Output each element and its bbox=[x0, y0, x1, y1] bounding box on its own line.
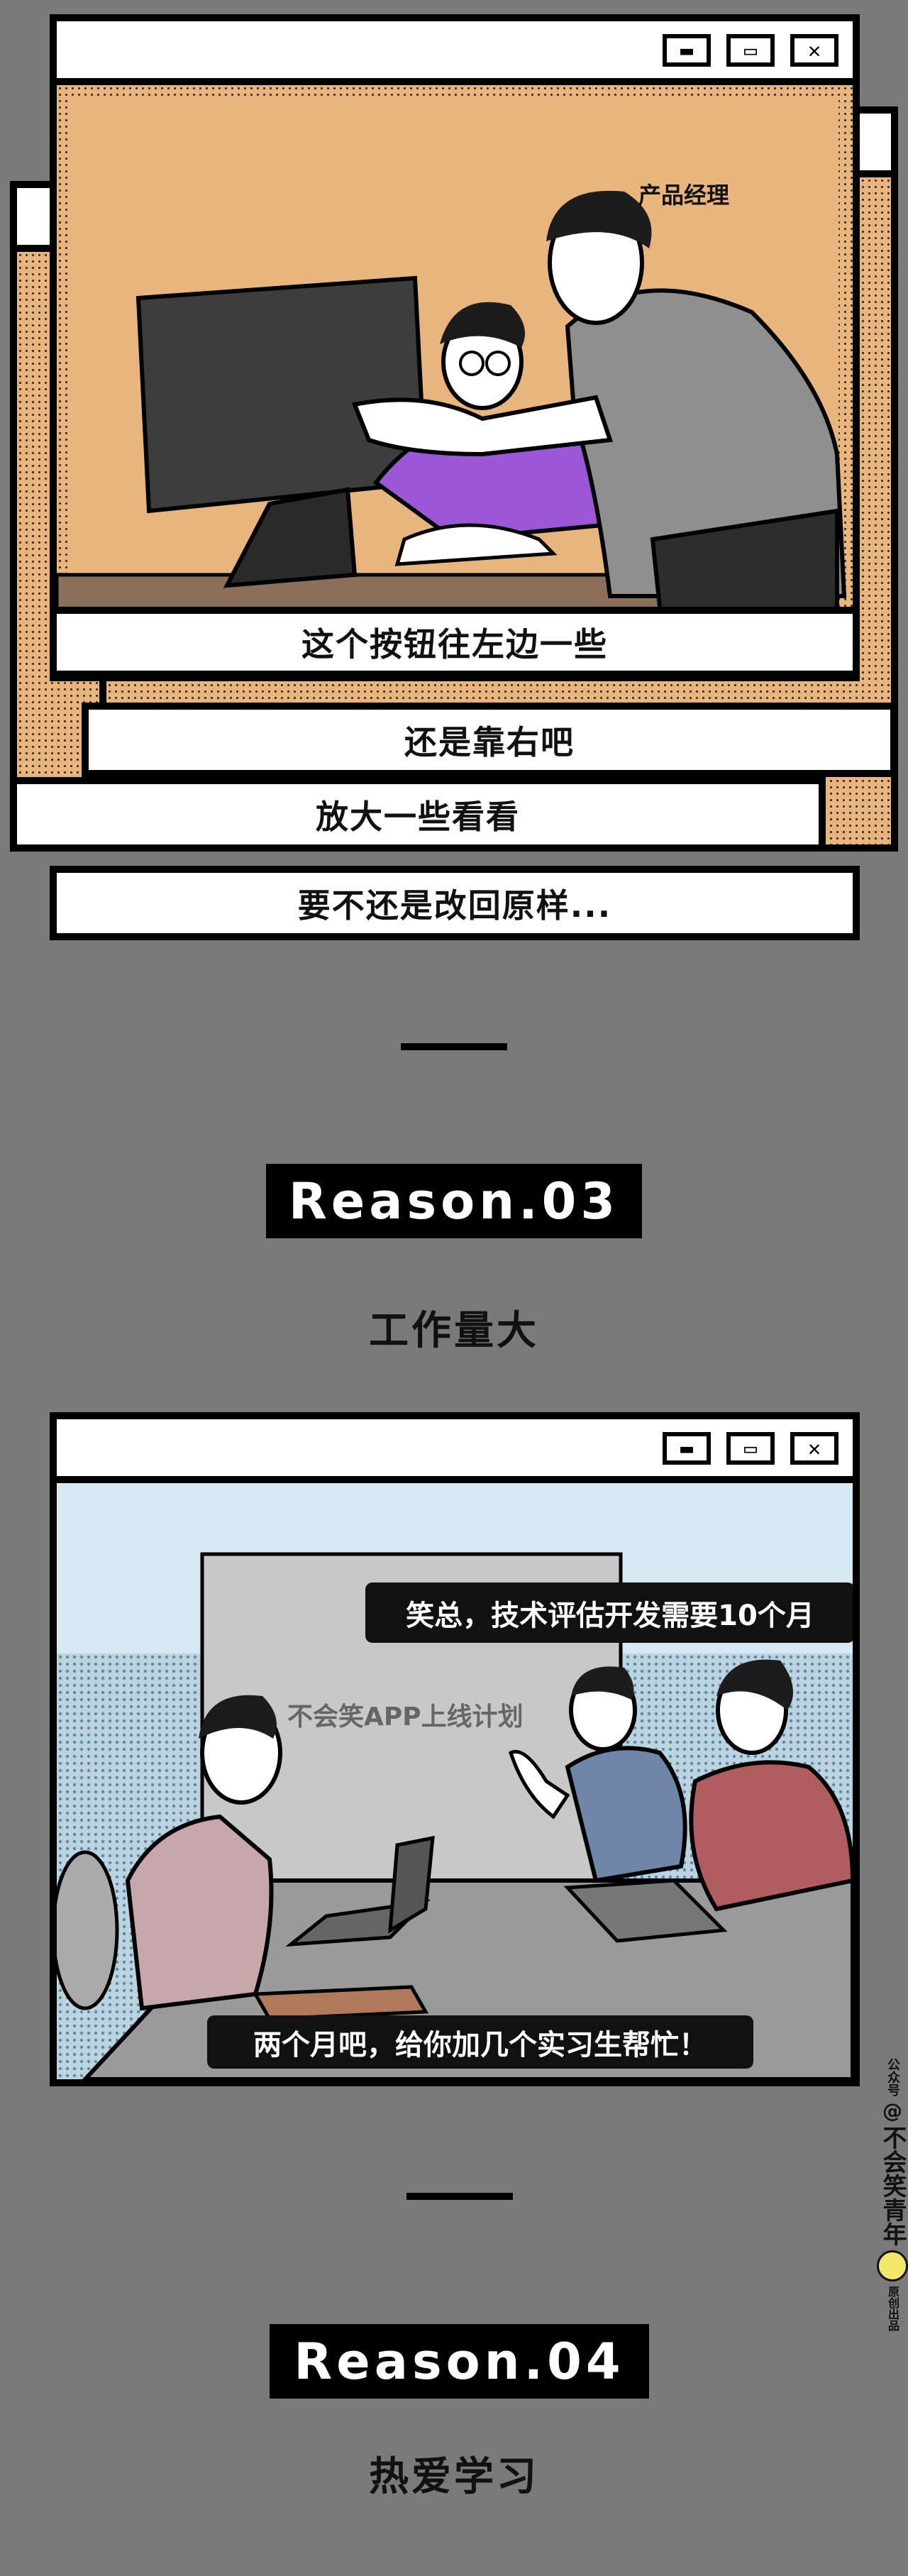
watermark: 公众号 @ 不会笑青年 原创出品 bbox=[877, 2058, 908, 2331]
caption-4: 要不还是改回原样... bbox=[50, 866, 860, 940]
minimize-icon[interactable]: ▬ bbox=[663, 34, 711, 67]
section-divider-1 bbox=[401, 1043, 507, 1050]
maximize-icon[interactable]: ▭ bbox=[726, 34, 775, 67]
comic-scene-meeting: 不会笑APP上线计划 笑总，技术评估开发需要10个月 两个月吧，给你加几个实习生… bbox=[57, 1483, 853, 2079]
window-titlebar: ▬ ▭ ✕ bbox=[57, 21, 853, 78]
close-icon[interactable]: ✕ bbox=[790, 1432, 838, 1465]
comic-scene-office: 产品经理 bbox=[57, 85, 853, 674]
section-title-4: 热爱学习 bbox=[369, 2454, 539, 2500]
section-title-3: 工作量大 bbox=[369, 1308, 539, 1354]
whiteboard-text: 不会笑APP上线计划 bbox=[287, 1702, 524, 1732]
caption-1-text: 这个按钮往左边一些 bbox=[57, 614, 853, 671]
caption-1: 这个按钮往左边一些 bbox=[50, 607, 860, 678]
speech-bubble-top: 笑总，技术评估开发需要10个月 bbox=[365, 1583, 853, 1643]
close-icon[interactable]: ✕ bbox=[790, 34, 838, 67]
main-window-2: ▬ ▭ ✕ 不会笑APP上线计划 笑总，技术评估开发需要10个月 两个月吧，给你… bbox=[50, 1412, 860, 2086]
watermark-top: 公众号 bbox=[885, 2058, 900, 2096]
caption-3: 放大一些看看 bbox=[10, 777, 826, 852]
watermark-bottom: 原创出品 bbox=[886, 2286, 899, 2331]
minimize-icon[interactable]: ▬ bbox=[663, 1432, 711, 1465]
caption-3-text: 放大一些看看 bbox=[17, 784, 819, 844]
role-label: 产品经理 bbox=[638, 182, 730, 209]
meeting-illustration bbox=[57, 1483, 853, 2079]
main-window-1: ▬ ▭ ✕ 产品经理 bbox=[50, 14, 860, 681]
speech-bubble-bottom: 两个月吧，给你加几个实习生帮忙！ bbox=[207, 2015, 753, 2069]
reason-badge-4: Reason.04 bbox=[270, 2324, 649, 2399]
watermark-name: 不会笑青年 bbox=[878, 2125, 907, 2246]
caption-4-text: 要不还是改回原样... bbox=[57, 873, 853, 933]
window-titlebar-2: ▬ ▭ ✕ bbox=[57, 1419, 853, 1476]
watermark-circle-icon bbox=[877, 2250, 908, 2281]
caption-2: 还是靠右吧 bbox=[82, 703, 897, 777]
office-illustration bbox=[57, 99, 847, 674]
reason-badge-3: Reason.03 bbox=[266, 1164, 642, 1238]
caption-2-text: 还是靠右吧 bbox=[89, 710, 890, 770]
section-divider-2 bbox=[406, 2193, 513, 2200]
watermark-at: @ bbox=[882, 2099, 902, 2123]
maximize-icon[interactable]: ▭ bbox=[726, 1432, 775, 1465]
